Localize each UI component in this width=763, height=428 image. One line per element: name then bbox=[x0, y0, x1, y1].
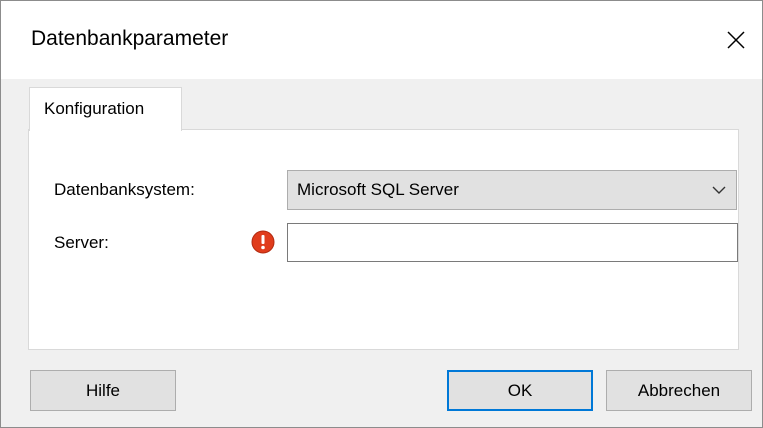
title-bar: Datenbankparameter bbox=[1, 1, 762, 79]
server-input[interactable] bbox=[287, 223, 738, 262]
close-button[interactable] bbox=[710, 1, 762, 79]
database-system-select[interactable]: Microsoft SQL Server bbox=[287, 170, 737, 210]
ok-button[interactable]: OK bbox=[447, 370, 593, 411]
database-system-label: Datenbanksystem: bbox=[54, 180, 195, 199]
dialog-window: Datenbankparameter Konfiguration Datenba… bbox=[0, 0, 763, 428]
database-system-value: Microsoft SQL Server bbox=[297, 180, 459, 199]
window-title: Datenbankparameter bbox=[31, 27, 229, 50]
tab-konfiguration[interactable]: Konfiguration bbox=[29, 87, 182, 131]
server-label: Server: bbox=[54, 233, 109, 252]
error-icon bbox=[251, 230, 275, 254]
tab-label: Konfiguration bbox=[44, 99, 145, 118]
cancel-button[interactable]: Abbrechen bbox=[606, 370, 752, 411]
close-icon bbox=[727, 31, 745, 49]
chevron-down-icon bbox=[712, 186, 726, 194]
help-button[interactable]: Hilfe bbox=[30, 370, 176, 411]
